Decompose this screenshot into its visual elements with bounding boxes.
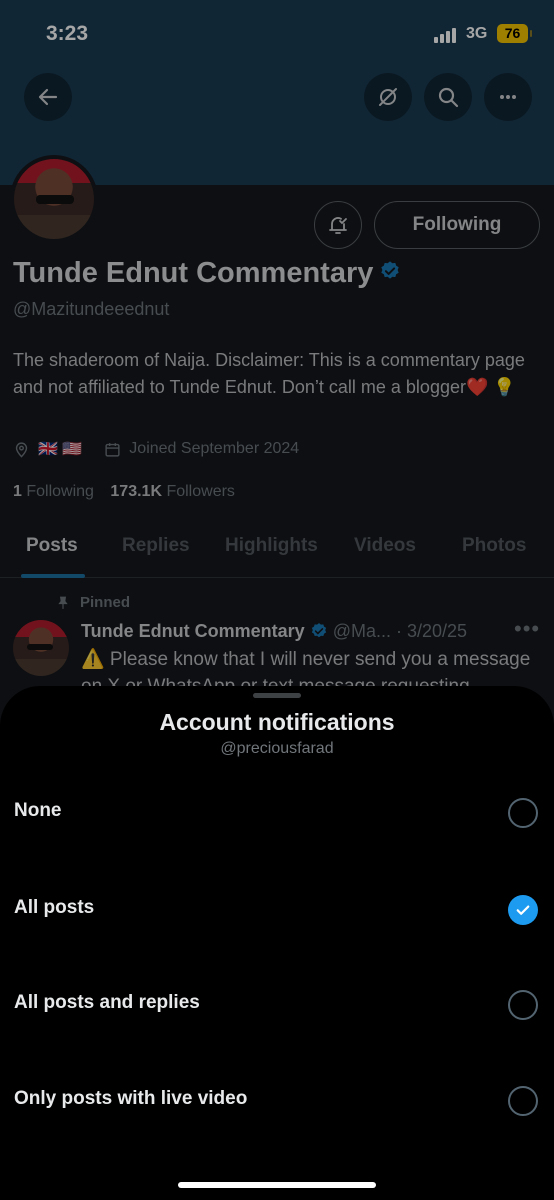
- display-name: Tunde Ednut Commentary: [13, 257, 374, 289]
- following-link[interactable]: 1 Following: [13, 483, 94, 500]
- back-arrow-icon: [38, 88, 58, 106]
- location-text: 🇬🇧 🇺🇸: [38, 441, 83, 458]
- followers-label: Followers: [166, 483, 235, 500]
- option-label: None: [14, 800, 62, 821]
- grok-button[interactable]: [364, 73, 412, 121]
- radio-checked-icon[interactable]: [508, 895, 538, 925]
- sheet-title: Account notifications: [159, 709, 395, 735]
- status-bar: 3:23 3G 76: [0, 0, 554, 70]
- followers-count: 173.1K: [110, 483, 162, 500]
- profile-name: Tunde Ednut Commentary: [13, 257, 401, 290]
- bell-check-icon: [329, 217, 347, 234]
- network-type: 3G: [466, 25, 488, 42]
- followers-link[interactable]: 173.1K Followers: [110, 483, 235, 500]
- radio-unchecked-icon[interactable]: [508, 990, 538, 1020]
- follow-counts: 1 Following 173.1K Followers: [13, 483, 235, 501]
- option-live-video-only[interactable]: Only posts with live video: [0, 1066, 554, 1136]
- post-author-name[interactable]: Tunde Ednut Commentary: [81, 621, 305, 641]
- joined-date: Joined September 2024: [129, 440, 300, 457]
- pinned-indicator: Pinned: [56, 594, 130, 611]
- post-author-avatar[interactable]: [13, 620, 69, 676]
- tab-videos[interactable]: Videos: [354, 535, 416, 557]
- profile-handle: @Mazitundeeednut: [13, 299, 170, 319]
- back-button[interactable]: [24, 73, 72, 121]
- radio-unchecked-icon[interactable]: [508, 798, 538, 828]
- search-icon: [438, 87, 459, 108]
- option-all-posts[interactable]: All posts: [0, 875, 554, 945]
- more-options-button[interactable]: [484, 73, 532, 121]
- calendar-icon: [105, 442, 120, 457]
- pinned-label: Pinned: [80, 594, 131, 611]
- following-count: 1: [13, 483, 22, 500]
- notifications-bell-button[interactable]: [314, 201, 362, 249]
- option-label: All posts: [14, 897, 95, 918]
- option-all-posts-and-replies[interactable]: All posts and replies: [0, 970, 554, 1040]
- option-label: All posts and replies: [14, 992, 200, 1013]
- signal-icon: [434, 27, 458, 43]
- profile-avatar[interactable]: [10, 155, 98, 243]
- option-label: Only posts with live video: [14, 1088, 248, 1109]
- search-button[interactable]: [424, 73, 472, 121]
- tab-highlights[interactable]: Highlights: [225, 535, 318, 557]
- home-indicator[interactable]: [178, 1182, 376, 1188]
- more-dots-icon: [500, 95, 516, 99]
- account-notifications-sheet: Account notifications @preciousfarad Non…: [0, 686, 554, 1200]
- profile-bio: The shaderoom of Naija. Disclaimer: This…: [13, 350, 525, 397]
- checkmark-icon: [516, 905, 530, 915]
- post-header: Tunde Ednut Commentary @Ma... · 3/20/25: [81, 621, 467, 642]
- post-handle-date: @Ma... · 3/20/25: [332, 621, 468, 641]
- profile-tabs: Posts Replies Highlights Videos Photos: [0, 530, 554, 578]
- location-pin-icon: [15, 441, 28, 458]
- sheet-grabber[interactable]: [253, 693, 301, 698]
- profile-meta: 🇬🇧 🇺🇸 Joined September 2024: [13, 439, 299, 459]
- grok-icon: [379, 88, 397, 106]
- following-label: Following: [26, 483, 94, 500]
- verified-badge-icon: [311, 623, 326, 638]
- battery-icon: 76: [497, 24, 532, 43]
- post-more-icon[interactable]: •••: [514, 616, 540, 642]
- active-tab-indicator: [21, 574, 85, 578]
- tab-replies[interactable]: Replies: [122, 535, 190, 557]
- sheet-subtitle: @preciousfarad: [220, 740, 334, 757]
- status-time: 3:23: [46, 22, 89, 45]
- tab-posts[interactable]: Posts: [26, 535, 78, 557]
- following-button[interactable]: Following: [374, 201, 540, 249]
- radio-unchecked-icon[interactable]: [508, 1086, 538, 1116]
- verified-badge-icon: [381, 261, 400, 279]
- pin-icon: [58, 596, 68, 609]
- option-none[interactable]: None: [0, 778, 554, 848]
- tab-photos[interactable]: Photos: [462, 535, 526, 557]
